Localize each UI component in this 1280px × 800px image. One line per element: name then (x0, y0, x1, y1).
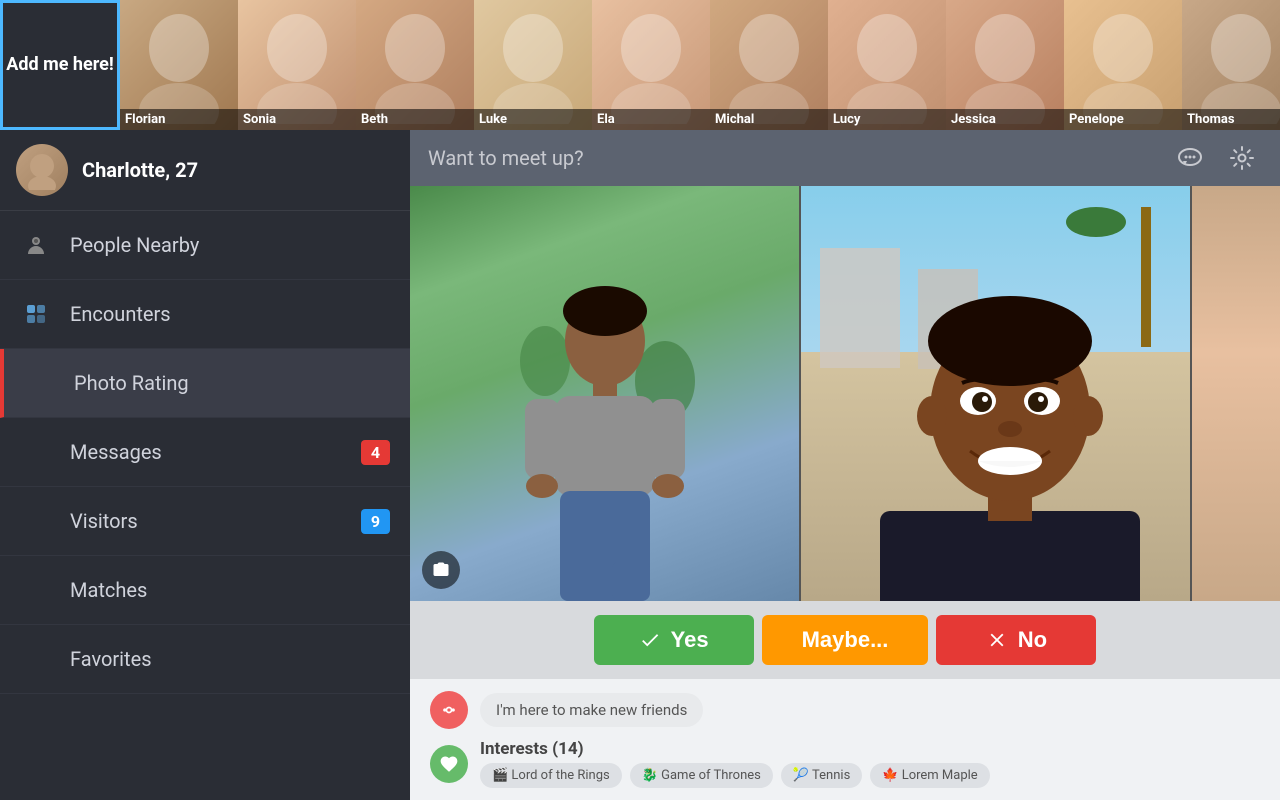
profile-thumb-michal[interactable]: Michal (710, 0, 828, 130)
profile-name-label: Thomas (1182, 109, 1280, 130)
avatar (16, 144, 68, 196)
settings-icon-button[interactable] (1222, 138, 1262, 178)
buttons-row: Yes Maybe... No (410, 601, 1280, 679)
profile-thumb-jessica[interactable]: Jessica (946, 0, 1064, 130)
sidebar: Charlotte, 27 People Nearby Encounters P… (0, 130, 410, 800)
interests-label: Interests (14) (480, 739, 584, 759)
camera-icon-button[interactable] (422, 551, 460, 589)
visitors-label: Visitors (70, 509, 343, 533)
sidebar-item-matches[interactable]: Matches (0, 556, 410, 625)
profile-name-label: Penelope (1064, 109, 1182, 130)
favorites-label: Favorites (70, 647, 390, 671)
profile-name-label: Beth (356, 109, 474, 130)
interest-tags: 🎬 Lord of the Rings 🐉 Game of Thrones 🎾 Te… (480, 763, 990, 788)
no-button[interactable]: No (936, 615, 1096, 665)
profile-thumb-thomas[interactable]: Thomas (1182, 0, 1280, 130)
matches-icon (20, 574, 52, 606)
photo-rating-label: Photo Rating (74, 371, 390, 395)
encounters-label: Encounters (70, 302, 390, 326)
interest-tag: 🎬 Lord of the Rings (480, 763, 622, 788)
profile-name-label: Jessica (946, 109, 1064, 130)
profile-name: Charlotte, 27 (82, 158, 198, 182)
people-nearby-label: People Nearby (70, 233, 390, 257)
profile-name-label: Michal (710, 109, 828, 130)
status-row: I'm here to make new friends (430, 691, 1260, 729)
profile-name-label: Florian (120, 109, 238, 130)
visitors-icon (20, 505, 52, 537)
status-message: I'm here to make new friends (480, 693, 703, 727)
profile-name-label: Luke (474, 109, 592, 130)
profile-thumb-lucy[interactable]: Lucy (828, 0, 946, 130)
sidebar-item-favorites[interactable]: Favorites (0, 625, 410, 694)
sidebar-item-visitors[interactable]: Visitors 9 (0, 487, 410, 556)
profile-name-label: Sonia (238, 109, 356, 130)
profile-thumb-florian[interactable]: Florian (120, 0, 238, 130)
add-me-button[interactable]: Add me here! (0, 0, 120, 130)
encounters-icon (20, 298, 52, 330)
yes-label: Yes (671, 627, 709, 653)
photo-card-right[interactable] (799, 186, 1190, 601)
interests-icon (430, 745, 468, 783)
right-header: Want to meet up? (410, 130, 1280, 186)
sidebar-item-encounters[interactable]: Encounters (0, 280, 410, 349)
maybe-button[interactable]: Maybe... (762, 615, 929, 665)
messages-label: Messages (70, 440, 343, 464)
photo-card-partial (1190, 186, 1280, 601)
status-icon (430, 691, 468, 729)
sidebar-item-messages[interactable]: Messages 4 (0, 418, 410, 487)
maybe-label: Maybe... (802, 627, 889, 653)
sidebar-nav: People Nearby Encounters Photo Rating Me… (0, 211, 410, 694)
photo-card-left[interactable] (410, 186, 799, 601)
profile-name-label: Ela (592, 109, 710, 130)
sidebar-item-people-nearby[interactable]: People Nearby (0, 211, 410, 280)
messages-icon (20, 436, 52, 468)
add-me-label: Add me here! (6, 53, 113, 76)
matches-label: Matches (70, 578, 390, 602)
people-nearby-icon (20, 229, 52, 261)
photo-right-bg (801, 186, 1190, 601)
profile-thumb-beth[interactable]: Beth (356, 0, 474, 130)
interest-tag: 🐉 Game of Thrones (630, 763, 773, 788)
sidebar-item-photo-rating[interactable]: Photo Rating (0, 349, 410, 418)
badge-visitors: 9 (361, 509, 390, 534)
chat-icon-button[interactable] (1170, 138, 1210, 178)
photos-area (410, 186, 1280, 601)
interest-tag: 🍁 Lorem Maple (870, 763, 989, 788)
photo-rating-icon (24, 367, 56, 399)
profile-name-label: Lucy (828, 109, 946, 130)
interests-content: Interests (14) 🎬 Lord of the Rings 🐉 Game… (480, 739, 990, 788)
top-bar: Add me here! Florian Sonia (0, 0, 1280, 130)
bottom-info: I'm here to make new friends Interests (… (410, 679, 1280, 800)
header-title: Want to meet up? (428, 146, 1158, 170)
interest-tag: 🎾 Tennis (781, 763, 862, 788)
photo-left-bg (410, 186, 799, 601)
badge-messages: 4 (361, 440, 390, 465)
favorites-icon (20, 643, 52, 675)
interests-row: Interests (14) 🎬 Lord of the Rings 🐉 Game… (430, 739, 1260, 788)
main-content: Charlotte, 27 People Nearby Encounters P… (0, 130, 1280, 800)
yes-button[interactable]: Yes (594, 615, 754, 665)
no-label: No (1018, 627, 1047, 653)
profile-thumb-luke[interactable]: Luke (474, 0, 592, 130)
profile-thumb-ela[interactable]: Ela (592, 0, 710, 130)
right-panel: Want to meet up? (410, 130, 1280, 800)
profile-thumb-sonia[interactable]: Sonia (238, 0, 356, 130)
sidebar-profile: Charlotte, 27 (0, 130, 410, 211)
profile-thumb-penelope[interactable]: Penelope (1064, 0, 1182, 130)
